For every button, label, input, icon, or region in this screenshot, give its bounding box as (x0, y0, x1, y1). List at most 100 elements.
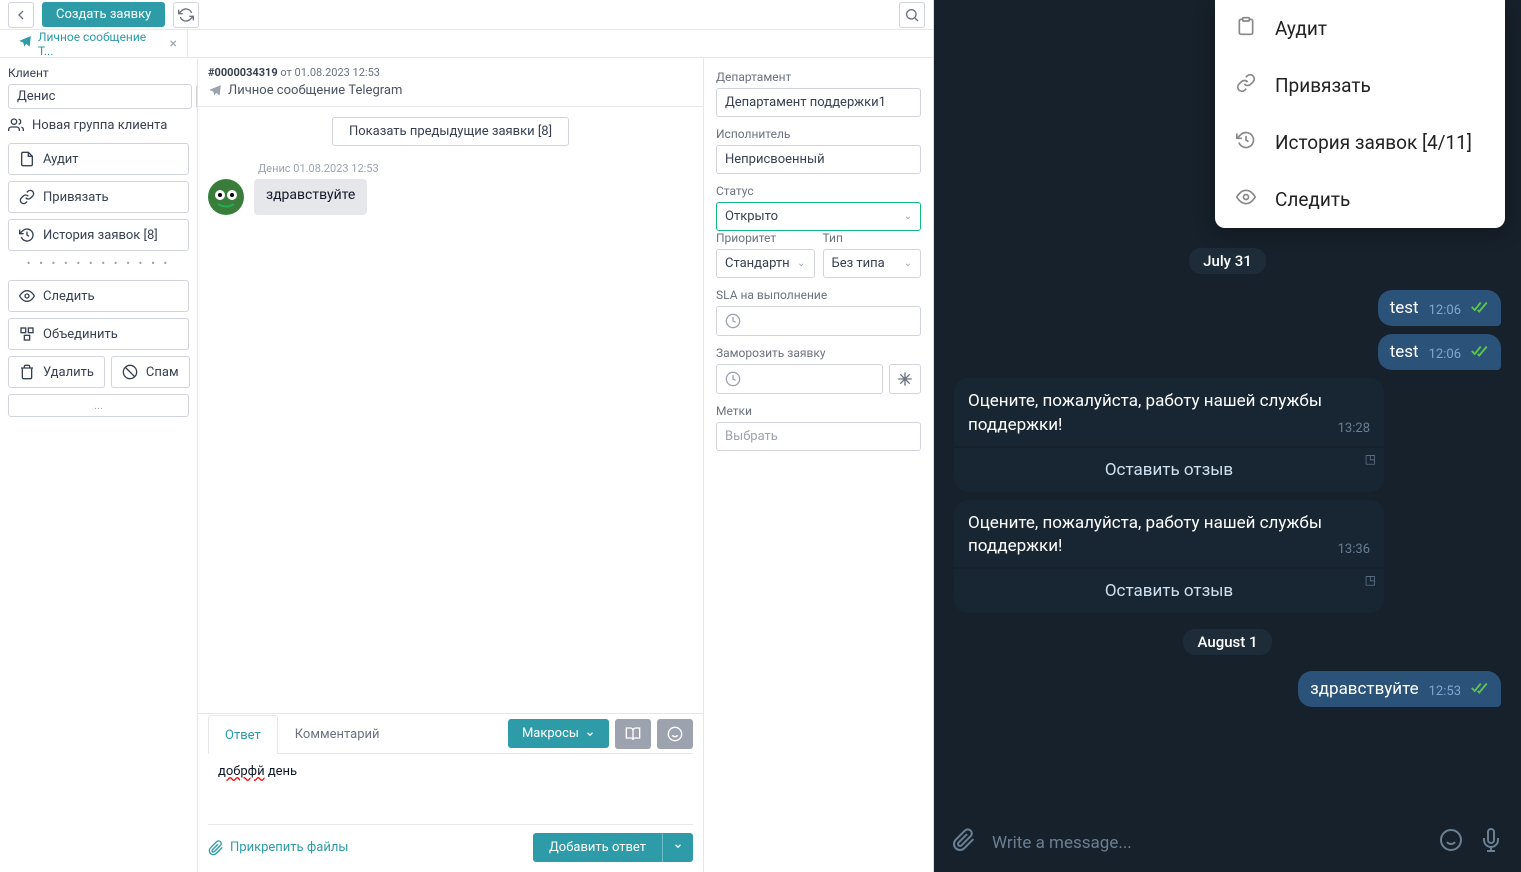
message-input[interactable] (992, 833, 1423, 853)
reply-tab-answer[interactable]: Ответ (208, 715, 278, 754)
sidebar-link-button[interactable]: Привязать (8, 181, 189, 213)
ticket-tab[interactable]: Личное сообщение Т... × (8, 30, 188, 57)
back-button[interactable] (8, 2, 34, 28)
tags-label: Метки (716, 404, 921, 418)
type-label: Тип (823, 231, 922, 245)
telegram-pane: Аудит Привязать История заявок [4/11] Сл… (934, 0, 1521, 872)
sla-input[interactable] (716, 306, 921, 336)
sidebar-history-button[interactable]: История заявок [8] (8, 219, 189, 251)
telegram-input-bar (934, 814, 1521, 872)
microphone-icon[interactable] (1479, 828, 1503, 858)
chevron-down-icon (673, 841, 683, 851)
create-ticket-button[interactable]: Создать заявку (42, 2, 165, 27)
inline-button-feedback[interactable]: Оставить отзыв ◳ (954, 569, 1384, 613)
macros-button[interactable]: Макросы (508, 719, 609, 748)
assignee-select[interactable]: Неприсвоенный (716, 145, 921, 174)
freeze-input[interactable] (716, 364, 883, 394)
external-link-icon: ◳ (1365, 573, 1376, 587)
assignee-label: Исполнитель (716, 127, 921, 141)
client-label: Клиент (8, 66, 189, 80)
sidebar-more-button[interactable]: ... (8, 394, 189, 417)
clipboard-icon (1235, 16, 1257, 41)
tab-close-icon[interactable]: × (170, 36, 177, 52)
link-label: Привязать (43, 190, 109, 205)
conversation-title: Личное сообщение Telegram (228, 83, 402, 98)
tab-title: Личное сообщение Т... (38, 30, 164, 58)
sidebar-delete-button[interactable]: Удалить (8, 356, 105, 388)
sidebar: Клиент Новая группа клиента Аудит Привяз… (0, 58, 198, 872)
tg-menu-follow[interactable]: Следить (1215, 171, 1505, 228)
client-name-input[interactable] (8, 84, 192, 109)
send-reply-button[interactable]: Добавить ответ (533, 833, 662, 862)
message-bubble: здравствуйте (254, 179, 367, 215)
incoming-message-group[interactable]: Оцените, пожалуйста, работу нашей службы… (954, 378, 1384, 492)
telegram-context-menu: Аудит Привязать История заявок [4/11] Сл… (1215, 0, 1505, 228)
double-check-icon (1471, 299, 1489, 318)
double-check-icon (1471, 343, 1489, 362)
clock-icon (725, 313, 741, 329)
properties-panel: Департамент Департамент поддержки1 Испол… (703, 58, 933, 872)
snowflake-icon (897, 371, 913, 387)
inline-button-feedback[interactable]: Оставить отзыв ◳ (954, 448, 1384, 492)
delete-label: Удалить (43, 365, 94, 380)
reply-tab-comment[interactable]: Комментарий (278, 714, 397, 753)
sidebar-audit-button[interactable]: Аудит (8, 143, 189, 175)
reply-tabs: Ответ Комментарий Макросы (208, 714, 693, 754)
history-label: История заявок [8] (43, 228, 158, 243)
date-separator: July 31 (1189, 248, 1266, 274)
tags-select[interactable]: Выбрать (716, 422, 921, 451)
ticket-meta: от 01.08.2023 12:53 (280, 66, 380, 79)
freeze-snowflake-button[interactable] (889, 364, 921, 394)
reply-footer: Прикрепить файлы Добавить ответ (208, 824, 693, 862)
incoming-message: Оцените, пожалуйста, работу нашей службы… (954, 378, 1384, 446)
sla-label: SLA на выполнение (716, 288, 921, 302)
telegram-icon (208, 84, 222, 98)
audit-label: Аудит (43, 152, 79, 167)
attach-label: Прикрепить файлы (230, 840, 348, 855)
department-label: Департамент (716, 70, 921, 84)
incoming-message-group[interactable]: Оцените, пожалуйста, работу нашей службы… (954, 500, 1384, 614)
department-select[interactable]: Департамент поддержки1 (716, 88, 921, 117)
external-link-icon: ◳ (1365, 452, 1376, 466)
emoji-button[interactable] (657, 719, 693, 749)
freeze-label: Заморозить заявку (716, 346, 921, 360)
show-previous-tickets-button[interactable]: Показать предыдущие заявки [8] (332, 117, 569, 146)
header-bar: Создать заявку (0, 0, 933, 30)
outgoing-message[interactable]: здравствуйте 12:53 (1298, 671, 1501, 707)
emoji-icon[interactable] (1439, 828, 1463, 858)
message-row: здравствуйте (208, 179, 693, 215)
reply-area: Ответ Комментарий Макросы добрфй день (198, 713, 703, 872)
tg-menu-link[interactable]: Привязать (1215, 57, 1505, 114)
sidebar-follow-button[interactable]: Следить (8, 280, 189, 312)
new-group-label: Новая группа клиента (32, 118, 167, 133)
conversation-body: Показать предыдущие заявки [8] Денис 01.… (198, 107, 703, 713)
priority-label: Приоритет (716, 231, 815, 245)
sidebar-spam-button[interactable]: Спам (111, 356, 190, 388)
telegram-icon (18, 35, 32, 52)
macros-label: Макросы (522, 726, 579, 741)
send-options-button[interactable] (662, 833, 693, 862)
chevron-down-icon: ⌄ (797, 258, 805, 269)
conversation-header: #0000034319 от 01.08.2023 12:53 Личное с… (198, 58, 703, 107)
incoming-message: Оцените, пожалуйста, работу нашей службы… (954, 500, 1384, 568)
new-client-group[interactable]: Новая группа клиента (8, 117, 189, 133)
outgoing-message[interactable]: test 12:06 (1378, 334, 1501, 370)
priority-select[interactable]: Стандартн ⌄ (716, 249, 815, 278)
reply-textarea[interactable]: добрфй день (208, 754, 693, 824)
double-check-icon (1471, 680, 1489, 699)
type-select[interactable]: Без типа ⌄ (823, 249, 922, 278)
search-button[interactable] (899, 2, 925, 28)
attach-icon[interactable] (952, 828, 976, 858)
sidebar-merge-button[interactable]: Объединить (8, 318, 189, 350)
clock-icon (725, 371, 741, 387)
refresh-button[interactable] (173, 2, 199, 28)
tg-menu-audit[interactable]: Аудит (1215, 0, 1505, 57)
status-select[interactable]: Открыто ⌄ (716, 202, 921, 231)
tg-menu-history[interactable]: История заявок [4/11] (1215, 114, 1505, 171)
attach-files-button[interactable]: Прикрепить файлы (208, 840, 348, 856)
chevron-down-icon: ⌄ (904, 258, 912, 269)
ticket-id: #0000034319 (208, 66, 278, 79)
outgoing-message[interactable]: test 12:06 (1378, 290, 1501, 326)
knowledge-base-button[interactable] (615, 719, 651, 749)
status-label: Статус (716, 184, 921, 198)
